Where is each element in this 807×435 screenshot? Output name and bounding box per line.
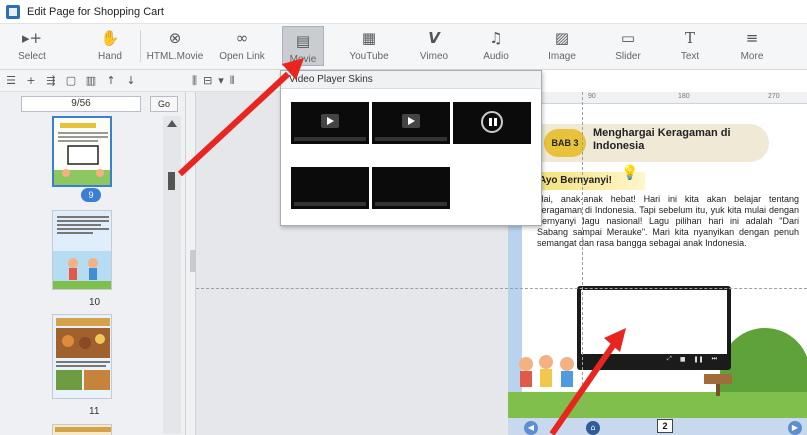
- hand-button[interactable]: ✋ Hand: [88, 24, 132, 68]
- red-arrow-to-video: [549, 328, 626, 435]
- image-button[interactable]: ▨ Image: [540, 24, 584, 68]
- horizontal-ruler: 90 180 270: [540, 92, 807, 104]
- next-icon[interactable]: ⏭: [712, 355, 717, 363]
- delete-page-icon[interactable]: ▥: [84, 74, 98, 87]
- ruler-mark-180: 180: [678, 93, 690, 100]
- page-thumbnail-12[interactable]: [52, 424, 112, 435]
- skin-option-5[interactable]: [372, 167, 450, 209]
- chapter-tag: BAB 3: [544, 129, 586, 157]
- skin-progress-bar: [294, 202, 366, 206]
- fullscreen-icon[interactable]: ⤢: [667, 355, 672, 363]
- skin-progress-bar: [375, 137, 447, 141]
- vimeo-label: Vimeo: [419, 51, 449, 62]
- signpost-illustration: [704, 374, 732, 396]
- app-icon: [6, 4, 20, 19]
- slider-icon: ▭: [620, 29, 636, 47]
- audio-icon: ♫: [489, 29, 503, 47]
- youtube-label: YouTube: [349, 51, 389, 62]
- prev-page-icon[interactable]: ◀: [524, 421, 538, 435]
- audio-label: Audio: [483, 51, 509, 62]
- image-icon: ▨: [554, 29, 570, 47]
- pause-icon[interactable]: ❚❚: [694, 356, 704, 363]
- title-bar: Edit Page for Shopping Cart: [0, 0, 807, 24]
- lesson-paragraph: Hai, anak-anak hebat! Hari ini kita akan…: [537, 194, 799, 248]
- skin-progress-bar: [375, 202, 447, 206]
- current-page-badge: 9: [81, 188, 101, 202]
- list-icon[interactable]: ☰: [4, 74, 18, 87]
- select-button[interactable]: ▸+ Select: [10, 24, 54, 68]
- page-indicator: 2: [657, 419, 673, 433]
- more-label: More: [740, 51, 764, 62]
- youtube-icon: ▦: [361, 29, 377, 47]
- red-arrow-to-movie: [177, 58, 304, 177]
- skin-option-2[interactable]: [372, 102, 450, 144]
- more-button[interactable]: ≡ More: [730, 24, 774, 68]
- vimeo-button[interactable]: V Vimeo: [412, 24, 456, 68]
- image-label: Image: [548, 51, 576, 62]
- ruler-mark-90: 90: [588, 93, 596, 100]
- slider-label: Slider: [615, 51, 641, 62]
- ribbon-toolbar: ▸+ Select ✋ Hand ⊗ HTML.Movie ∞ Open Lin…: [0, 24, 807, 70]
- select-label: Select: [18, 51, 46, 62]
- select-icon: ▸+: [21, 29, 43, 47]
- copy-page-icon[interactable]: ▢: [64, 74, 78, 87]
- play-icon: [402, 114, 420, 128]
- page-number-input[interactable]: 9/56: [21, 96, 141, 112]
- page-thumbnail-10-art: [53, 211, 111, 289]
- text-icon: T: [684, 29, 695, 47]
- chapter-title: Menghargai Keragaman di Indonesia: [593, 127, 731, 152]
- add-page-icon[interactable]: +: [24, 74, 38, 87]
- ribbon-separator: [140, 30, 141, 62]
- window-title: Edit Page for Shopping Cart: [27, 5, 164, 18]
- panel-collapse-handle[interactable]: [190, 250, 196, 272]
- youtube-button[interactable]: ▦ YouTube: [344, 24, 394, 68]
- hand-icon: ✋: [100, 29, 120, 47]
- move-up-icon[interactable]: ↑: [104, 74, 118, 87]
- move-down-icon[interactable]: ↓: [124, 74, 138, 87]
- page-label-11: 11: [89, 406, 100, 417]
- ruler-mark-270: 270: [768, 93, 780, 100]
- pause-circle-icon: [481, 111, 503, 133]
- insert-page-icon[interactable]: ⇶: [44, 74, 58, 87]
- lightbulb-icon: 💡: [621, 165, 639, 181]
- page-thumbnail-9-art: [54, 118, 110, 185]
- slider-button[interactable]: ▭ Slider: [606, 24, 650, 68]
- link-icon: ∞: [235, 29, 249, 47]
- audio-button[interactable]: ♫ Audio: [474, 24, 518, 68]
- page-thumbnail-11-art: [53, 315, 111, 398]
- skin-option-3[interactable]: [453, 102, 531, 144]
- page-thumbnail-9[interactable]: [52, 116, 112, 187]
- vimeo-icon: V: [428, 29, 440, 47]
- stop-icon[interactable]: ■: [680, 356, 686, 363]
- horizontal-guide-line: [196, 288, 807, 289]
- page-thumbnail-11[interactable]: [52, 314, 112, 399]
- page-thumbnail-10[interactable]: [52, 210, 112, 290]
- page-label-10: 10: [89, 297, 101, 308]
- next-page-icon[interactable]: ▶: [788, 421, 802, 435]
- text-button[interactable]: T Text: [668, 24, 712, 68]
- more-icon: ≡: [745, 29, 759, 47]
- page-thumbnail-12-art: [53, 425, 111, 435]
- text-label: Text: [680, 51, 700, 62]
- page-toolbar: ☰ + ⇶ ▢ ▥ ↑ ↓: [0, 70, 186, 92]
- hand-label: Hand: [98, 51, 122, 62]
- html-movie-icon: ⊗: [168, 29, 182, 47]
